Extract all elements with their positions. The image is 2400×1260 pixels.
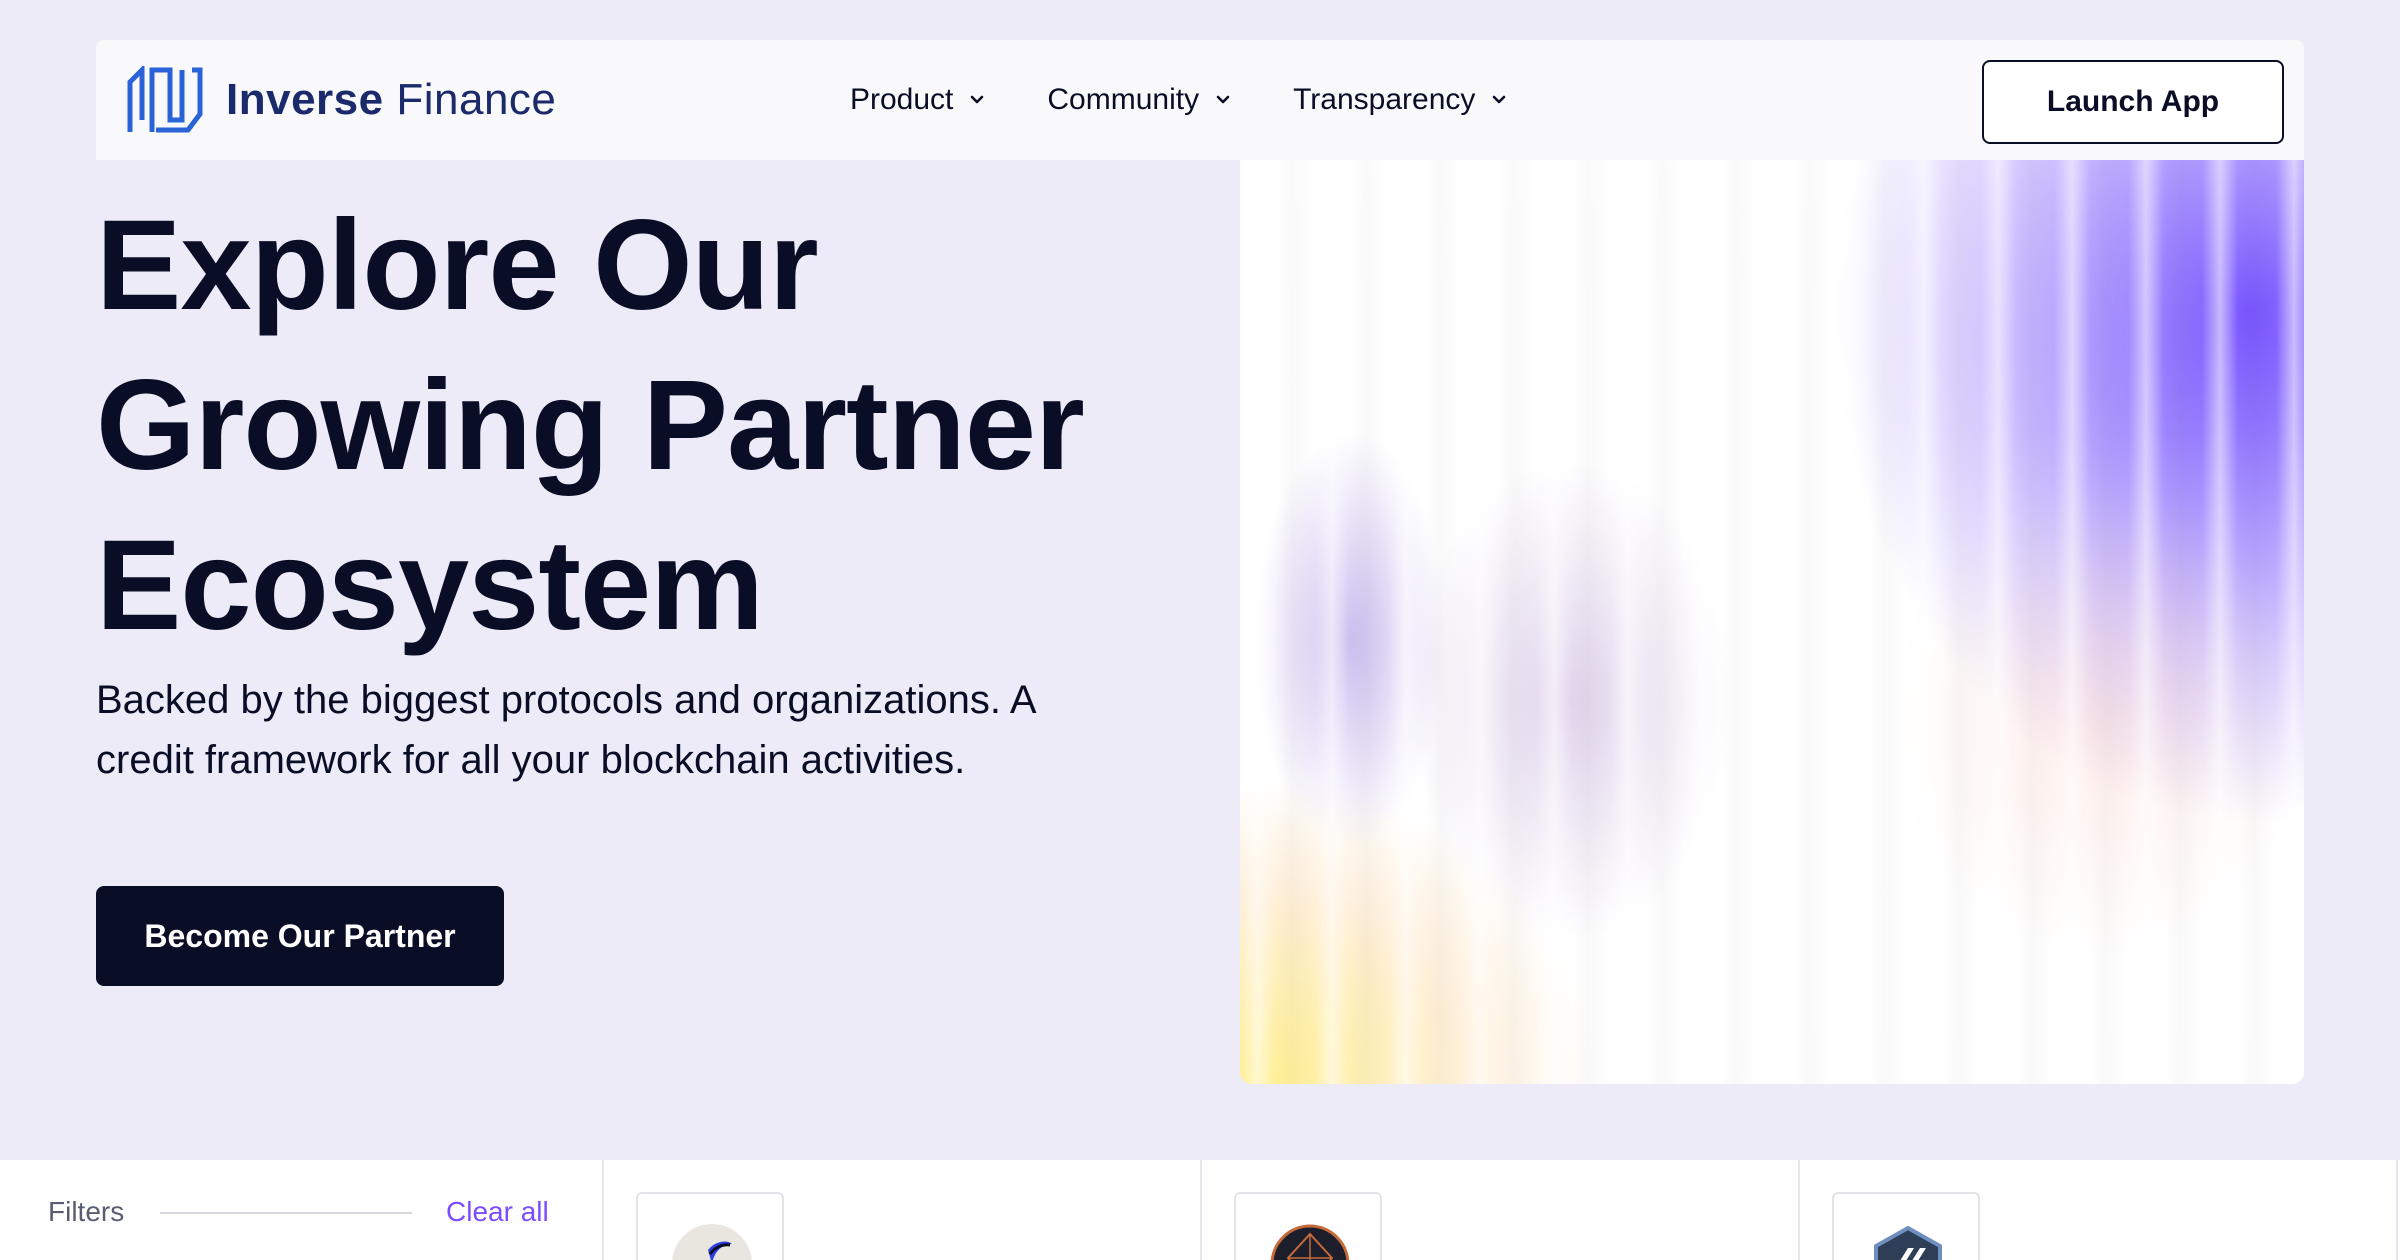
top-navbar: Inverse Finance Product Community Transp… [96,40,2304,160]
clear-all-link[interactable]: Clear all [446,1196,549,1228]
nav-item-label: Transparency [1293,83,1476,116]
nav-item-transparency[interactable]: Transparency [1293,83,1509,117]
nav-item-product[interactable]: Product [850,83,987,117]
hero-title-line: Growing Partner [96,354,1085,497]
hero-gradient-artwork [1240,160,2304,1084]
hero-title-line: Explore Our [96,194,819,337]
partner-logo-hexagon-icon [1874,1225,1942,1260]
partner-logo [1832,1192,1980,1260]
partner-logo-dark-circle-icon [1270,1224,1350,1260]
partner-logo-crescent-icon [672,1224,752,1260]
hero-title: Explore Our Growing Partner Ecosystem [96,186,1236,666]
brand-logo-link[interactable]: Inverse Finance [126,66,556,134]
nav-item-label: Community [1047,83,1200,116]
partner-card[interactable] [604,1160,1202,1260]
hero-subtitle: Backed by the biggest protocols and orga… [96,678,1035,782]
partner-card[interactable] [1202,1160,1800,1260]
filters-panel: Filters Clear all [0,1160,604,1260]
nav-item-community[interactable]: Community [1047,83,1233,117]
chevron-down-icon [1493,95,1506,104]
filters-divider [160,1212,412,1214]
brand-name: Inverse Finance [226,75,557,124]
inverse-logo-icon [127,66,203,133]
chevron-down-icon [971,95,984,104]
filters-label: Filters [48,1196,125,1227]
partner-logo [1234,1192,1382,1260]
hero-title-line: Ecosystem [96,514,764,657]
chevron-down-icon [1216,95,1230,104]
become-partner-button[interactable]: Become Our Partner [96,886,504,986]
nav-item-label: Product [850,83,954,116]
partner-card[interactable] [1800,1160,2398,1260]
partners-section: Filters Clear all [0,1160,2400,1260]
main-nav: Product Community Transparency [850,40,1509,160]
launch-app-button[interactable]: Launch App [1982,60,2284,144]
partner-logo [636,1192,784,1260]
